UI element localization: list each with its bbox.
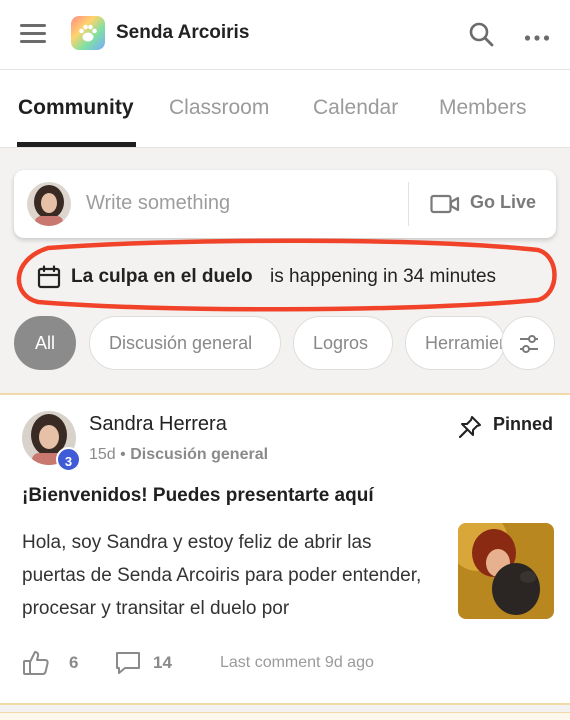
post-category[interactable]: Discusión general: [130, 446, 268, 463]
filter-chip-label: All: [35, 333, 56, 353]
tab-community[interactable]: Community: [18, 96, 134, 120]
filter-chip-label: Herramientas: [425, 333, 504, 353]
post-composer[interactable]: Write something Go Live: [14, 170, 556, 238]
post-stats: 6 14 Last comment 9d ago: [22, 649, 542, 677]
filter-chip-logros[interactable]: Logros: [293, 316, 393, 370]
composer-divider: [408, 182, 409, 226]
filter-chip-herramientas[interactable]: Herramientas: [405, 316, 505, 370]
last-comment-time: Last comment 9d ago: [220, 654, 374, 671]
filter-chip-discusion-general[interactable]: Discusión general: [89, 316, 281, 370]
active-tab-indicator: [17, 142, 136, 147]
post-author[interactable]: Sandra Herrera: [89, 413, 227, 436]
comment-icon[interactable]: [114, 650, 142, 676]
next-post-card-edge: [0, 712, 570, 720]
hamburger-menu-icon[interactable]: [20, 24, 46, 44]
write-something-input[interactable]: Write something: [86, 192, 230, 215]
pinned-label: Pinned: [493, 414, 554, 434]
filter-chip-label: Logros: [313, 333, 369, 353]
search-icon[interactable]: [468, 21, 494, 52]
user-avatar: [27, 182, 71, 226]
comment-count: 14: [153, 653, 172, 672]
like-count: 6: [69, 653, 79, 672]
post-age: 15d: [89, 446, 116, 463]
like-thumbs-up-icon[interactable]: [22, 649, 50, 677]
event-status: is happening in 34 minutes: [270, 266, 497, 287]
tab-calendar[interactable]: Calendar: [313, 96, 398, 120]
tab-classroom[interactable]: Classroom: [169, 96, 269, 120]
filter-chip-label: Discusión general: [109, 333, 253, 353]
post-title[interactable]: ¡Bienvenidos! Puedes presentarte aquí: [22, 485, 374, 507]
go-live-label: Go Live: [470, 192, 537, 212]
event-name: La culpa en el duelo: [71, 266, 253, 287]
top-bar: Senda Arcoiris: [0, 0, 570, 70]
post-thumbnail[interactable]: [458, 523, 554, 619]
sliders-icon: [520, 335, 538, 353]
filter-chip-all[interactable]: All: [14, 316, 76, 370]
tab-members[interactable]: Members: [439, 96, 527, 120]
meta-separator: •: [120, 446, 126, 463]
post-card[interactable]: 3 Sandra Herrera 15d • Discusión general…: [0, 393, 570, 705]
more-horizontal-icon[interactable]: [524, 29, 550, 47]
upcoming-event-banner[interactable]: La culpa en el duelo is happening in 34 …: [8, 236, 558, 314]
tab-bar: Community Classroom Calendar Members: [0, 70, 570, 148]
level-badge: 3: [56, 447, 81, 472]
paw-logo-icon[interactable]: [71, 16, 105, 50]
video-camera-icon: [430, 194, 460, 214]
filter-settings-button[interactable]: [501, 316, 555, 370]
post-body: Hola, soy Sandra y estoy feliz de abrir …: [22, 532, 422, 619]
pin-icon: [458, 416, 481, 439]
post-meta: 15d • Discusión general: [89, 446, 268, 464]
community-title: Senda Arcoiris: [116, 22, 250, 43]
calendar-icon: [37, 265, 61, 289]
